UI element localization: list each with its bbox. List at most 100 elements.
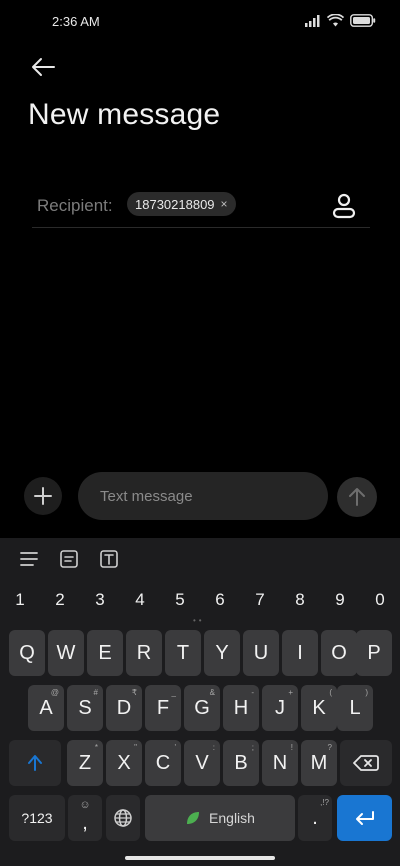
key-k[interactable]: (K (301, 685, 337, 731)
key-6[interactable]: 6 (200, 590, 240, 610)
key-x[interactable]: " X (106, 740, 142, 786)
key-d[interactable]: ₹ D (106, 685, 142, 731)
key-m-label: M (310, 751, 328, 774)
key-4[interactable]: 4 (120, 590, 160, 610)
key-l[interactable]: ) L (337, 685, 373, 731)
key-g[interactable]: & G (184, 685, 220, 731)
key-d-label: D (116, 696, 132, 719)
clipboard-icon[interactable] (58, 548, 80, 570)
keyboard: 1 2 3 4 5 6 7 8 9 0 •• Q W E R T Y U I O… (0, 538, 400, 866)
key-z[interactable]: * Z (67, 740, 103, 786)
page-indicator-dots: •• (193, 616, 205, 625)
key-u[interactable]: U (243, 630, 279, 676)
key-j-hint: + (288, 688, 293, 697)
contact-picker-icon[interactable] (330, 192, 358, 220)
period-key-hint: ,!? (320, 798, 329, 807)
shift-key[interactable] (9, 740, 61, 786)
emoji-comma-key[interactable]: ☺ , (68, 795, 102, 841)
recipient-chip[interactable]: 18730218809 × (127, 192, 236, 216)
key-j[interactable]: + J (262, 685, 298, 731)
language-key[interactable] (106, 795, 140, 841)
key-b[interactable]: ; B (223, 740, 259, 786)
back-arrow-icon[interactable] (30, 54, 56, 80)
key-o[interactable]: O (321, 630, 357, 676)
status-icons (305, 14, 376, 27)
key-7[interactable]: 7 (240, 590, 280, 610)
key-1[interactable]: 1 (0, 590, 40, 610)
globe-icon (114, 809, 132, 827)
enter-key[interactable] (337, 795, 392, 841)
shift-arrow-icon (28, 755, 42, 771)
number-row: 1 2 3 4 5 6 7 8 9 0 (0, 590, 400, 612)
key-s-hint: # (93, 688, 98, 697)
send-arrow-icon (349, 488, 365, 506)
period-key[interactable]: ,!? . (298, 795, 332, 841)
key-5[interactable]: 5 (160, 590, 200, 610)
home-indicator (125, 856, 275, 860)
key-n-label: N (272, 751, 288, 774)
symbols-key[interactable]: ?123 (9, 795, 65, 841)
recipient-label: Recipient: (37, 196, 113, 215)
key-3[interactable]: 3 (80, 590, 120, 610)
space-key-label: English (209, 810, 255, 826)
space-key[interactable]: English (145, 795, 295, 841)
key-8[interactable]: 8 (280, 590, 320, 610)
keyboard-toolbar (0, 538, 400, 582)
key-h[interactable]: -H (223, 685, 259, 731)
key-n[interactable]: ! N (262, 740, 298, 786)
chip-remove-icon[interactable]: × (221, 197, 228, 211)
text-edit-icon[interactable] (98, 548, 120, 570)
key-a-hint: @ (50, 688, 59, 697)
key-m-hint: ? (327, 743, 332, 752)
message-field[interactable] (78, 472, 328, 520)
key-9[interactable]: 9 (320, 590, 360, 610)
key-m[interactable]: ? M (301, 740, 337, 786)
enter-icon (355, 811, 374, 825)
page-title: New message (28, 98, 221, 131)
recipient-chip-number: 18730218809 (135, 196, 215, 212)
key-s-label: S (78, 696, 92, 719)
period-label: . (312, 806, 318, 829)
key-0[interactable]: 0 (360, 590, 400, 610)
key-z-hint: * (94, 743, 98, 752)
send-button[interactable] (337, 477, 377, 517)
signal-icon (305, 14, 320, 27)
clipboard-menu-icon[interactable] (18, 548, 40, 570)
key-x-label: X (117, 751, 131, 774)
key-v-hint: : (212, 743, 215, 752)
key-g-label: G (194, 696, 210, 719)
key-y[interactable]: Y (204, 630, 240, 676)
key-p[interactable]: P (356, 630, 392, 676)
key-e[interactable]: E (87, 630, 123, 676)
key-r[interactable]: R (126, 630, 162, 676)
key-v-label: V (195, 751, 209, 774)
key-2[interactable]: 2 (40, 590, 80, 610)
key-t[interactable]: T (165, 630, 201, 676)
key-s[interactable]: # S (67, 685, 103, 731)
wifi-icon (327, 14, 344, 27)
plus-icon (34, 487, 52, 505)
key-k-hint: ( (329, 688, 332, 697)
recipient-divider (32, 227, 370, 228)
key-c-label: C (155, 751, 171, 774)
key-l-label: L (349, 696, 361, 719)
attach-button[interactable] (24, 477, 62, 515)
key-w[interactable]: W (48, 630, 84, 676)
key-n-hint: ! (290, 743, 293, 752)
backspace-icon (353, 755, 379, 771)
key-a[interactable]: @ A (28, 685, 64, 731)
key-l-hint: ) (365, 688, 368, 697)
message-input[interactable] (98, 486, 328, 506)
key-v[interactable]: :V (184, 740, 220, 786)
key-c[interactable]: ' C (145, 740, 181, 786)
key-f[interactable]: _ F (145, 685, 181, 731)
key-f-label: F (156, 696, 170, 719)
key-z-label: Z (78, 751, 92, 774)
emoji-icon: ☺ (79, 799, 91, 811)
key-j-label: J (275, 696, 285, 719)
key-i[interactable]: I (282, 630, 318, 676)
leaf-icon (187, 812, 200, 824)
backspace-key[interactable] (340, 740, 392, 786)
key-b-hint: ; (251, 743, 254, 752)
key-q[interactable]: Q (9, 630, 45, 676)
